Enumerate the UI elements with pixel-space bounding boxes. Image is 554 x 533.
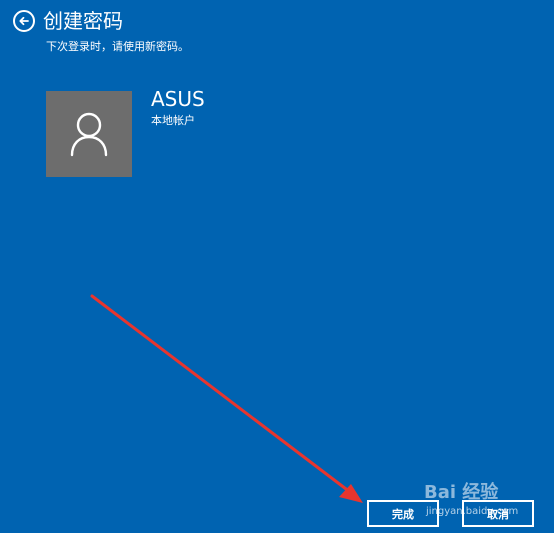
avatar (46, 91, 132, 177)
header: 创建密码 (13, 6, 123, 36)
finish-button[interactable]: 完成 (367, 500, 439, 527)
account-name: ASUS (151, 87, 205, 111)
page-title: 创建密码 (43, 9, 123, 33)
annotation-arrow (90, 294, 363, 503)
back-arrow-icon (19, 16, 29, 26)
page-subtitle: 下次登录时，请使用新密码。 (46, 40, 189, 53)
account-type: 本地帐户 (151, 114, 195, 127)
back-button[interactable] (13, 10, 35, 32)
cancel-button[interactable]: 取消 (462, 500, 534, 527)
user-icon (70, 112, 108, 157)
